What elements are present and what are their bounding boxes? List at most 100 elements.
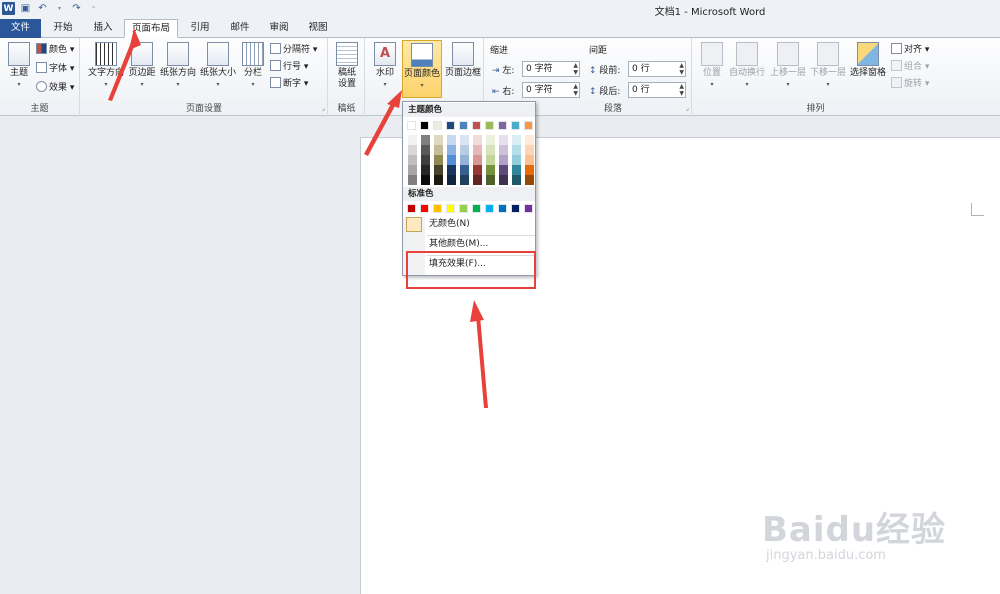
theme-shade-swatch[interactable] — [499, 145, 508, 155]
theme-color-swatch[interactable] — [459, 121, 468, 130]
theme-shade-swatch[interactable] — [434, 165, 443, 175]
spacing-before-input[interactable]: 0 行 ▲ ▼ — [628, 61, 686, 77]
tab-home[interactable]: 开始 — [43, 19, 83, 38]
theme-shade-swatch[interactable] — [434, 135, 443, 145]
tab-mailings[interactable]: 邮件 — [220, 19, 260, 38]
tab-view[interactable]: 视图 — [298, 19, 338, 38]
standard-color-swatch[interactable] — [524, 204, 533, 213]
theme-shade-swatch[interactable] — [447, 175, 456, 185]
theme-shade-swatch[interactable] — [408, 145, 417, 155]
orientation-button[interactable]: 纸张方向 ▾ — [158, 42, 198, 90]
group-objects-button[interactable]: 组合 ▾ — [891, 59, 929, 75]
no-color-item[interactable]: 无颜色(N) — [403, 215, 535, 234]
theme-shade-swatch[interactable] — [447, 135, 456, 145]
theme-shade-swatch[interactable] — [460, 135, 469, 145]
theme-color-swatch[interactable] — [420, 121, 429, 130]
theme-color-swatch[interactable] — [511, 121, 520, 130]
theme-shade-swatch[interactable] — [421, 135, 430, 145]
theme-color-swatch[interactable] — [498, 121, 507, 130]
theme-shade-swatch[interactable] — [421, 145, 430, 155]
theme-shade-swatch[interactable] — [421, 155, 430, 165]
page-color-button[interactable]: 页面颜色 ▾ — [402, 40, 442, 98]
standard-color-swatch[interactable] — [472, 204, 481, 213]
standard-color-swatch[interactable] — [485, 204, 494, 213]
line-numbers-button[interactable]: 行号 ▾ — [270, 59, 308, 75]
theme-color-swatch[interactable] — [446, 121, 455, 130]
theme-shade-swatch[interactable] — [421, 175, 430, 185]
theme-shade-swatch[interactable] — [486, 135, 495, 145]
align-button[interactable]: 对齐 ▾ — [891, 42, 929, 58]
theme-shade-swatch[interactable] — [512, 145, 521, 155]
theme-shade-swatch[interactable] — [408, 135, 417, 145]
wrap-text-button[interactable]: 自动换行 ▾ — [729, 42, 765, 90]
theme-color-swatch[interactable] — [407, 121, 416, 130]
theme-fonts-button[interactable]: 字体 ▾ — [36, 61, 74, 77]
theme-shade-swatch[interactable] — [408, 175, 417, 185]
tab-references[interactable]: 引用 — [180, 19, 220, 38]
theme-shade-swatch[interactable] — [499, 175, 508, 185]
theme-color-swatch[interactable] — [472, 121, 481, 130]
standard-color-swatch[interactable] — [407, 204, 416, 213]
theme-shade-swatch[interactable] — [447, 155, 456, 165]
theme-color-swatch[interactable] — [524, 121, 533, 130]
theme-shade-swatch[interactable] — [408, 165, 417, 175]
theme-shade-swatch[interactable] — [512, 135, 521, 145]
theme-shade-swatch[interactable] — [512, 155, 521, 165]
theme-shade-swatch[interactable] — [486, 165, 495, 175]
theme-shade-swatch[interactable] — [434, 145, 443, 155]
theme-button[interactable]: 主题 ▾ — [2, 42, 36, 90]
draft-setup-button[interactable]: 稿纸 设置 — [330, 42, 364, 90]
position-button[interactable]: 位置 ▾ — [697, 42, 727, 90]
theme-shade-swatch[interactable] — [525, 145, 534, 155]
theme-shade-swatch[interactable] — [408, 155, 417, 165]
theme-shade-swatch[interactable] — [525, 165, 534, 175]
watermark-button[interactable]: A 水印 ▾ — [370, 42, 400, 90]
theme-shade-swatch[interactable] — [473, 175, 482, 185]
theme-shade-swatch[interactable] — [447, 145, 456, 155]
theme-shade-swatch[interactable] — [499, 165, 508, 175]
theme-shade-swatch[interactable] — [460, 155, 469, 165]
text-direction-button[interactable]: 文字方向 ▾ — [86, 42, 126, 90]
margins-button[interactable]: 页边距 ▾ — [126, 42, 158, 90]
bring-forward-button[interactable]: 上移一层 ▾ — [769, 42, 807, 90]
indent-right-input[interactable]: 0 字符 ▲ ▼ — [522, 82, 580, 98]
standard-color-swatch[interactable] — [446, 204, 455, 213]
page-borders-button[interactable]: 页面边框 — [444, 42, 482, 79]
tab-review[interactable]: 审阅 — [259, 19, 299, 38]
send-backward-button[interactable]: 下移一层 ▾ — [809, 42, 847, 90]
theme-shade-swatch[interactable] — [473, 155, 482, 165]
standard-color-swatch[interactable] — [459, 204, 468, 213]
standard-color-swatch[interactable] — [511, 204, 520, 213]
indent-left-input[interactable]: 0 字符 ▲ ▼ — [522, 61, 580, 77]
theme-shade-swatch[interactable] — [434, 175, 443, 185]
theme-shade-swatch[interactable] — [486, 155, 495, 165]
columns-button[interactable]: 分栏 ▾ — [238, 42, 268, 90]
theme-effects-button[interactable]: 效果 ▾ — [36, 80, 74, 96]
theme-shade-swatch[interactable] — [525, 175, 534, 185]
theme-shade-swatch[interactable] — [525, 155, 534, 165]
theme-shade-swatch[interactable] — [512, 175, 521, 185]
theme-colors-button[interactable]: 颜色 ▾ — [36, 42, 74, 58]
theme-shade-swatch[interactable] — [447, 165, 456, 175]
standard-color-swatch[interactable] — [433, 204, 442, 213]
theme-shade-swatch[interactable] — [499, 135, 508, 145]
theme-shade-swatch[interactable] — [525, 135, 534, 145]
theme-shade-swatch[interactable] — [434, 155, 443, 165]
standard-color-swatch[interactable] — [498, 204, 507, 213]
hyphenation-button[interactable]: 断字 ▾ — [270, 76, 308, 92]
tab-page-layout[interactable]: 页面布局 — [124, 19, 178, 38]
theme-shade-swatch[interactable] — [473, 145, 482, 155]
theme-shade-swatch[interactable] — [460, 175, 469, 185]
breaks-button[interactable]: 分隔符 ▾ — [270, 42, 317, 58]
theme-shade-swatch[interactable] — [499, 155, 508, 165]
theme-color-swatch[interactable] — [433, 121, 442, 130]
spacing-after-input[interactable]: 0 行 ▲ ▼ — [628, 82, 686, 98]
standard-color-swatch[interactable] — [420, 204, 429, 213]
page-setup-launcher-icon[interactable]: ⌟ — [322, 104, 325, 112]
theme-shade-swatch[interactable] — [460, 145, 469, 155]
selection-pane-button[interactable]: 选择窗格 — [849, 42, 887, 79]
theme-color-swatch[interactable] — [485, 121, 494, 130]
theme-shade-swatch[interactable] — [486, 145, 495, 155]
theme-shade-swatch[interactable] — [512, 165, 521, 175]
size-button[interactable]: 纸张大小 ▾ — [198, 42, 238, 90]
